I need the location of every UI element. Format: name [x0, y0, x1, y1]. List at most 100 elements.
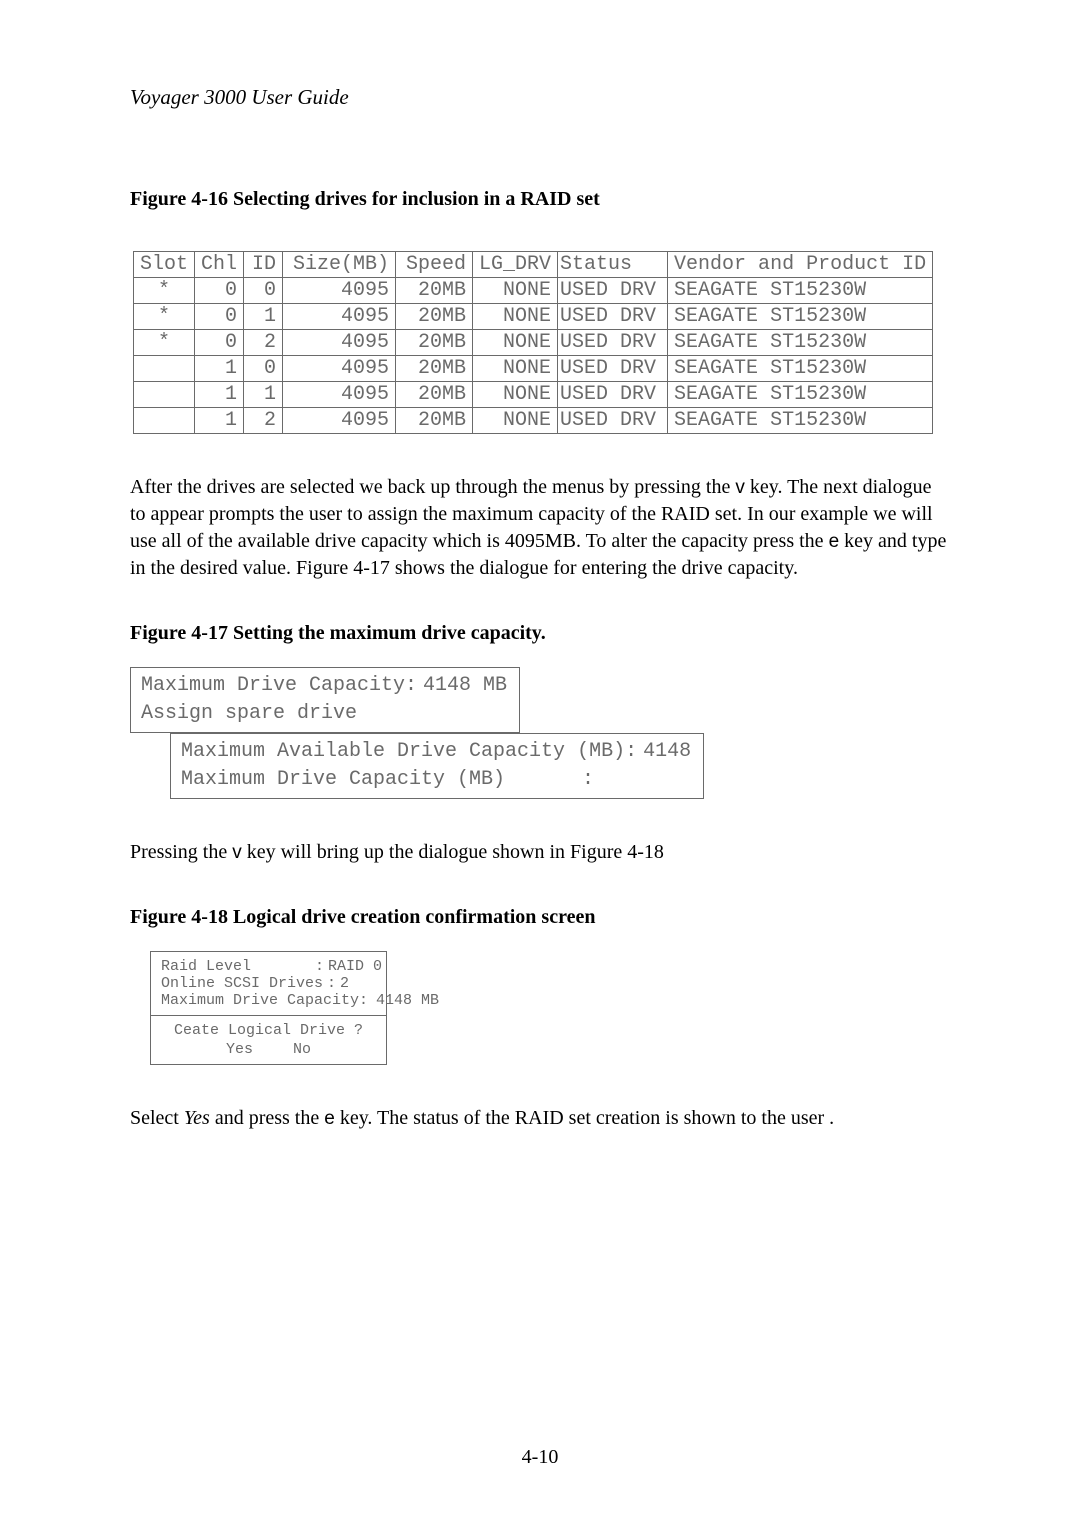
fig17-bot-line2-sep: :	[581, 766, 595, 794]
figure-4-18: Raid Level:RAID 0Online SCSI Drives:2Max…	[150, 951, 950, 1065]
cell: 20MB	[396, 330, 473, 356]
figure-4-16-table: Slot Chl ID Size(MB) Speed LG_DRV Status…	[133, 251, 950, 434]
cell: SEAGATE ST15230W	[668, 382, 933, 408]
paragraph-after-fig18: Select Yes and press the e key. The stat…	[130, 1105, 950, 1132]
fig18-kv-label: Online SCSI Drives	[161, 975, 323, 992]
cell: 4095	[283, 278, 396, 304]
cell: 1	[195, 382, 244, 408]
cell: SEAGATE ST15230W	[668, 330, 933, 356]
fig18-prompt: Ceate Logical Drive ?	[161, 1022, 376, 1039]
p1-a: After the drives are selected we back up…	[130, 476, 735, 498]
table-row: 10409520MBNONEUSED DRVSEAGATE ST15230W	[134, 356, 933, 382]
col-id: ID	[244, 252, 283, 278]
p3-c: key. The status of the RAID set creation…	[335, 1107, 834, 1129]
cell	[134, 356, 195, 382]
drive-table: Slot Chl ID Size(MB) Speed LG_DRV Status…	[133, 251, 933, 434]
fig18-kv-row: Maximum Drive Capacity:4148 MB	[161, 992, 376, 1009]
fig18-yes: Yes	[226, 1041, 253, 1058]
p3-a: Select	[130, 1107, 184, 1129]
cell: 0	[195, 278, 244, 304]
cell: *	[134, 330, 195, 356]
cell: NONE	[473, 278, 558, 304]
cell: NONE	[473, 330, 558, 356]
cell: 4095	[283, 408, 396, 434]
cell: SEAGATE ST15230W	[668, 408, 933, 434]
figure-4-16-caption: Figure 4-16 Selecting drives for inclusi…	[130, 188, 950, 211]
cell: SEAGATE ST15230W	[668, 356, 933, 382]
cell: USED DRV	[558, 330, 668, 356]
table-row: 11409520MBNONEUSED DRVSEAGATE ST15230W	[134, 382, 933, 408]
cell: 0	[195, 304, 244, 330]
col-size: Size(MB)	[283, 252, 396, 278]
fig17-bot-line1-value: 4148	[637, 738, 691, 766]
paragraph-after-fig17: Pressing the v key will bring up the dia…	[130, 839, 950, 866]
cell: 4095	[283, 356, 396, 382]
col-chl: Chl	[195, 252, 244, 278]
cell: NONE	[473, 304, 558, 330]
table-row: *01409520MBNONEUSED DRVSEAGATE ST15230W	[134, 304, 933, 330]
cell: NONE	[473, 408, 558, 434]
fig17-top-line1-label: Maximum Drive Capacity:	[141, 672, 417, 700]
cell: 0	[244, 356, 283, 382]
table-row: 12409520MBNONEUSED DRVSEAGATE ST15230W	[134, 408, 933, 434]
key-e: e	[829, 531, 840, 552]
page-number: 4-10	[0, 1446, 1080, 1469]
running-header: Voyager 3000 User Guide	[130, 85, 950, 110]
cell: USED DRV	[558, 382, 668, 408]
cell: 20MB	[396, 278, 473, 304]
fig18-upper: Raid Level:RAID 0Online SCSI Drives:2Max…	[151, 952, 386, 1016]
col-speed: Speed	[396, 252, 473, 278]
fig17-top-box: Maximum Drive Capacity: 4148 MB Assign s…	[130, 667, 520, 733]
cell: 0	[195, 330, 244, 356]
key-v-2: v	[232, 842, 242, 863]
cell: 20MB	[396, 408, 473, 434]
p2-b: key will bring up the dialogue shown in …	[242, 841, 664, 863]
cell: USED DRV	[558, 278, 668, 304]
col-status: Status	[558, 252, 668, 278]
fig18-kv-sep	[368, 992, 376, 1009]
col-slot: Slot	[134, 252, 195, 278]
cell: NONE	[473, 356, 558, 382]
cell: 1	[244, 382, 283, 408]
cell: 20MB	[396, 356, 473, 382]
cell: 1	[195, 356, 244, 382]
cell: 20MB	[396, 304, 473, 330]
fig18-kv-value: RAID 0	[328, 958, 382, 975]
p3-b: and press the	[210, 1107, 324, 1129]
cell: USED DRV	[558, 408, 668, 434]
table-row: *00409520MBNONEUSED DRVSEAGATE ST15230W	[134, 278, 933, 304]
p3-yes: Yes	[184, 1107, 210, 1129]
cell: 20MB	[396, 382, 473, 408]
fig18-kv-label: Raid Level	[161, 958, 311, 975]
col-lgdrv: LG_DRV	[473, 252, 558, 278]
fig18-no: No	[293, 1041, 311, 1058]
figure-4-17: Maximum Drive Capacity: 4148 MB Assign s…	[130, 667, 950, 799]
fig17-top-line1-value: 4148 MB	[417, 672, 507, 700]
key-e-2: e	[324, 1108, 335, 1129]
cell	[134, 408, 195, 434]
cell: 4095	[283, 382, 396, 408]
cell: 1	[195, 408, 244, 434]
cell: 1	[244, 304, 283, 330]
figure-4-17-caption: Figure 4-17 Setting the maximum drive ca…	[130, 622, 950, 645]
drive-table-header-row: Slot Chl ID Size(MB) Speed LG_DRV Status…	[134, 252, 933, 278]
cell: *	[134, 278, 195, 304]
fig18-lower: Ceate Logical Drive ? Yes No	[151, 1016, 386, 1064]
cell	[134, 382, 195, 408]
cell: 2	[244, 330, 283, 356]
paragraph-after-fig16: After the drives are selected we back up…	[130, 474, 950, 582]
cell: SEAGATE ST15230W	[668, 278, 933, 304]
cell: 2	[244, 408, 283, 434]
fig18-kv-sep: :	[323, 975, 340, 992]
col-vendor: Vendor and Product ID	[668, 252, 933, 278]
cell: USED DRV	[558, 304, 668, 330]
cell: 4095	[283, 330, 396, 356]
cell: *	[134, 304, 195, 330]
p2-a: Pressing the	[130, 841, 232, 863]
figure-4-18-caption: Figure 4-18 Logical drive creation confi…	[130, 906, 950, 929]
cell: NONE	[473, 382, 558, 408]
fig17-bottom-box: Maximum Available Drive Capacity (MB): 4…	[170, 733, 704, 799]
fig17-top-line2: Assign spare drive	[141, 700, 507, 728]
cell: 4095	[283, 304, 396, 330]
fig18-kv-value: 2	[340, 975, 349, 992]
